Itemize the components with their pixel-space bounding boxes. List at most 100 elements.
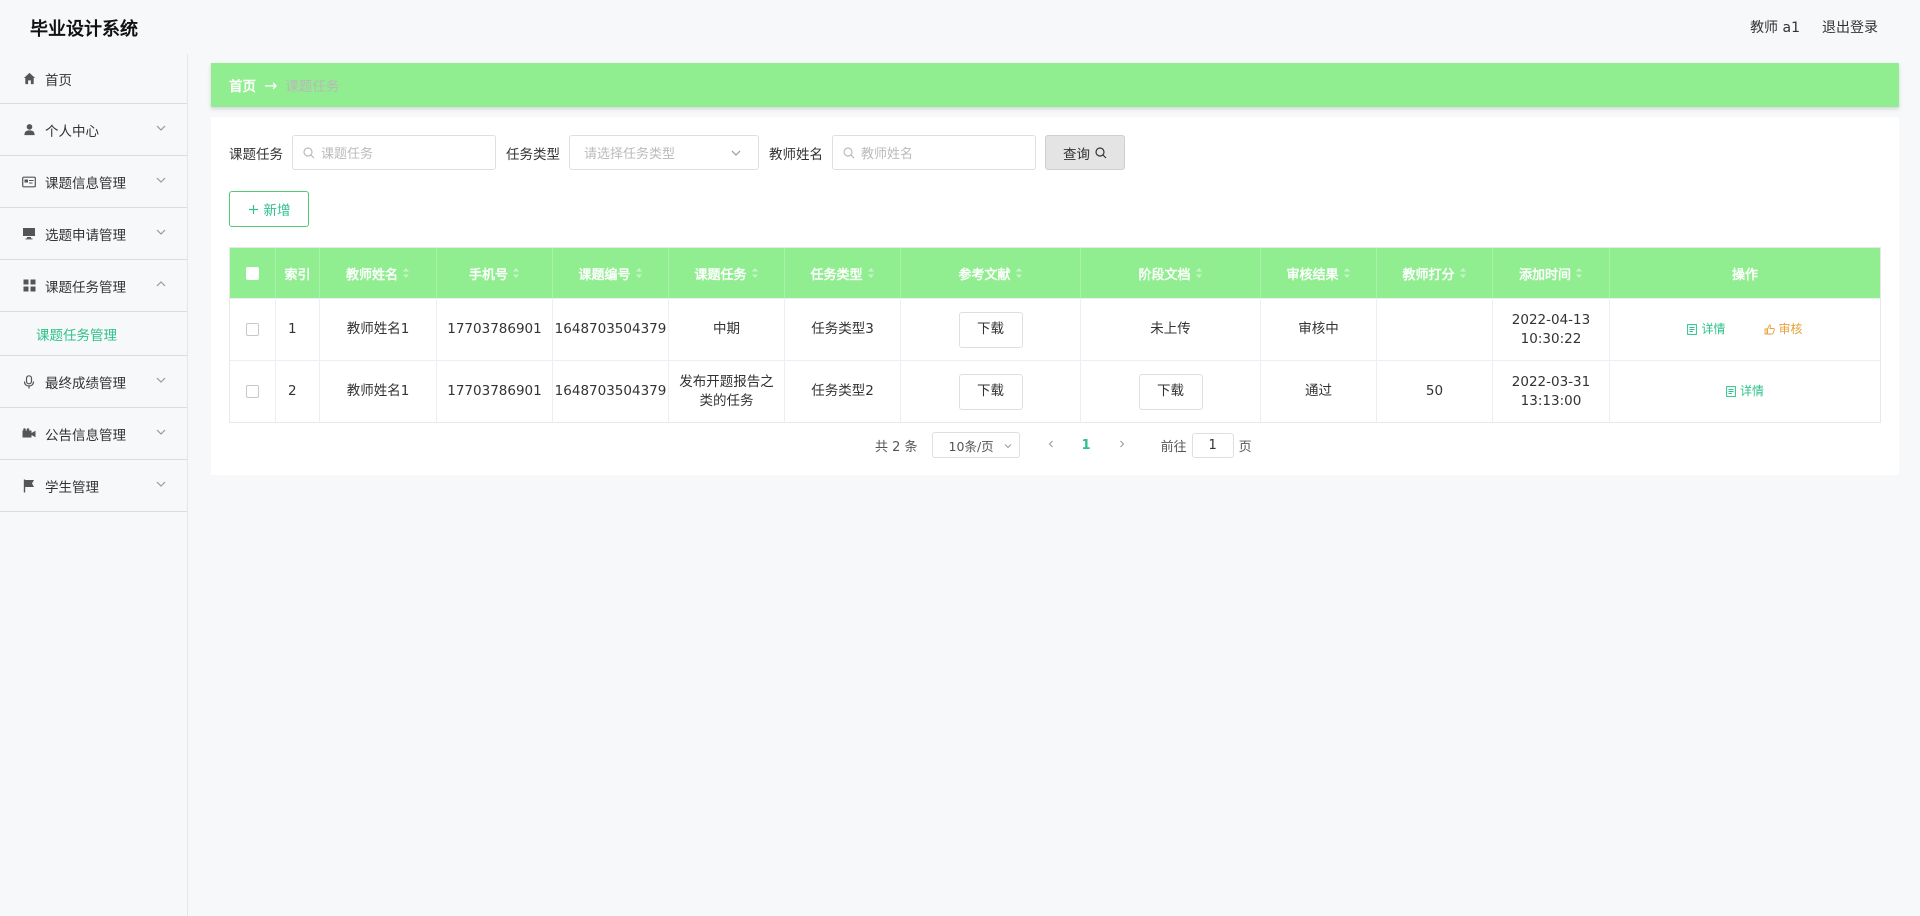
header-select-all-cell xyxy=(230,248,276,298)
goto-page-input[interactable]: 1 xyxy=(1191,432,1234,458)
column-header[interactable]: 阶段文档 xyxy=(1081,248,1261,298)
cell-result: 审核中 xyxy=(1261,299,1377,360)
sidebar-item-profile[interactable]: 个人中心 xyxy=(0,104,187,156)
select-all-checkbox[interactable] xyxy=(246,266,259,280)
detail-button[interactable]: 详情 xyxy=(1726,382,1764,401)
card-icon xyxy=(22,175,36,189)
column-header[interactable]: 任务类型 xyxy=(785,248,901,298)
sort-icon xyxy=(1575,267,1583,279)
chevron-down-icon xyxy=(156,229,166,235)
sort-icon xyxy=(1343,267,1351,279)
sidebar-item-label: 课题任务管理 xyxy=(45,279,126,296)
task-type-select[interactable]: 请选择任务类型 xyxy=(569,135,759,170)
sidebar-item-label: 最终成绩管理 xyxy=(45,375,126,392)
sidebar-item-application[interactable]: 选题申请管理 xyxy=(0,208,187,260)
chevron-left-icon xyxy=(1048,440,1053,447)
column-header[interactable]: 添加时间 xyxy=(1493,248,1610,298)
topic-placeholder: 课题任务 xyxy=(321,147,374,162)
sidebar-item-announcement[interactable]: 公告信息管理 xyxy=(0,408,187,460)
chevron-down-icon xyxy=(1004,444,1011,449)
type-placeholder: 请选择任务类型 xyxy=(584,147,676,162)
chevron-up-icon xyxy=(156,281,166,287)
detail-label: 详情 xyxy=(1701,322,1726,336)
sidebar-item-final-score[interactable]: 最终成绩管理 xyxy=(0,356,187,408)
sidebar-item-topic-info[interactable]: 课题信息管理 xyxy=(0,156,187,208)
sidebar-item-label: 公告信息管理 xyxy=(45,427,126,444)
sort-icon xyxy=(1015,267,1023,279)
sidebar-item-students[interactable]: 学生管理 xyxy=(0,460,187,512)
chevron-down-icon xyxy=(156,429,166,435)
cell-actions: 详情 审核 xyxy=(1610,299,1880,360)
column-header: 索引 xyxy=(276,248,320,298)
user-icon xyxy=(22,123,36,137)
sidebar-item-label: 课题信息管理 xyxy=(45,175,126,192)
cell-stage-doc: 未上传 xyxy=(1081,299,1261,360)
cell-type: 任务类型2 xyxy=(785,361,901,422)
sidebar-item-home[interactable]: 首页 xyxy=(0,54,187,104)
audit-button[interactable]: 审核 xyxy=(1764,320,1803,339)
page-number[interactable]: 1 xyxy=(1082,438,1091,453)
download-reference-button[interactable]: 下载 xyxy=(958,311,1023,348)
column-header[interactable]: 课题任务 xyxy=(669,248,785,298)
table-header: 索引 教师姓名 手机号 课题编号 课题任务 任务类型 参考文献 阶段文档 审核结… xyxy=(230,248,1880,298)
add-button[interactable]: 新增 xyxy=(229,191,309,227)
detail-button[interactable]: 详情 xyxy=(1687,320,1726,339)
sort-icon xyxy=(512,267,520,279)
cell-teacher: 教师姓名1 xyxy=(320,361,437,422)
breadcrumb-current: 课题任务 xyxy=(285,79,340,95)
page-size-select[interactable]: 10条/页 xyxy=(931,432,1020,458)
cell-task: 中期 xyxy=(669,299,785,360)
page-size-value: 10条/页 xyxy=(948,438,994,454)
sort-icon xyxy=(1195,267,1203,279)
query-button[interactable]: 查询 xyxy=(1045,135,1125,170)
teacher-label: 教师姓名 xyxy=(769,146,823,163)
column-header[interactable]: 参考文献 xyxy=(901,248,1081,298)
breadcrumb-home[interactable]: 首页 xyxy=(229,75,256,95)
sidebar-item-label: 首页 xyxy=(45,72,72,89)
sort-icon xyxy=(751,267,759,279)
column-header[interactable]: 审核结果 xyxy=(1261,248,1377,298)
topic-search-input[interactable]: 课题任务 xyxy=(292,135,496,170)
next-page-button[interactable] xyxy=(1117,438,1127,453)
chevron-down-icon xyxy=(156,377,166,383)
chevron-down-icon xyxy=(156,125,166,131)
add-label: 新增 xyxy=(263,203,291,219)
breadcrumb: 首页 → 课题任务 xyxy=(211,63,1899,107)
main-panel: 课题任务 课题任务 任务类型 请选择任务类型 教师姓名 教师姓名 查询 新增 索… xyxy=(211,117,1899,475)
top-bar: 毕业设计系统 教师 a1 退出登录 xyxy=(0,0,1920,54)
user-area: 教师 a1 退出登录 xyxy=(1750,17,1878,37)
video-icon xyxy=(22,427,36,441)
cell-actions: 详情 xyxy=(1610,361,1880,422)
table-row: 1 教师姓名1 17703786901 1648703504379 中期 任务类… xyxy=(230,298,1880,360)
column-header[interactable]: 手机号 xyxy=(437,248,553,298)
column-header[interactable]: 课题编号 xyxy=(553,248,669,298)
download-stage-doc-button[interactable]: 下载 xyxy=(1138,373,1203,410)
plus-icon xyxy=(248,204,258,214)
sort-icon xyxy=(867,267,875,279)
cell-index: 1 xyxy=(276,299,320,360)
type-label: 任务类型 xyxy=(506,146,560,163)
cell-topic-no: 1648703504379 xyxy=(553,361,669,422)
cell-task: 发布开题报告之类的任务 xyxy=(669,361,785,422)
search-icon xyxy=(303,146,315,158)
sidebar-subitem-task-management[interactable]: 课题任务管理 xyxy=(0,312,187,356)
search-form: 课题任务 课题任务 任务类型 请选择任务类型 教师姓名 教师姓名 查询 xyxy=(229,135,1125,170)
current-user: 教师 a1 xyxy=(1750,20,1800,36)
cell-reference: 下载 xyxy=(901,299,1081,360)
chevron-down-icon xyxy=(156,481,166,487)
document-icon xyxy=(1726,386,1736,397)
sidebar-item-task[interactable]: 课题任务管理 xyxy=(0,260,187,312)
row-checkbox[interactable] xyxy=(246,385,259,398)
cell-index: 2 xyxy=(276,361,320,422)
download-reference-button[interactable]: 下载 xyxy=(958,373,1023,410)
cell-type: 任务类型3 xyxy=(785,299,901,360)
row-checkbox[interactable] xyxy=(246,323,259,336)
detail-label: 详情 xyxy=(1739,384,1764,398)
prev-page-button[interactable] xyxy=(1046,438,1056,453)
column-header[interactable]: 教师姓名 xyxy=(320,248,437,298)
document-icon xyxy=(1687,324,1698,335)
teacher-search-input[interactable]: 教师姓名 xyxy=(832,135,1036,170)
column-header[interactable]: 教师打分 xyxy=(1377,248,1493,298)
logout-link[interactable]: 退出登录 xyxy=(1822,17,1878,37)
cell-teacher: 教师姓名1 xyxy=(320,299,437,360)
